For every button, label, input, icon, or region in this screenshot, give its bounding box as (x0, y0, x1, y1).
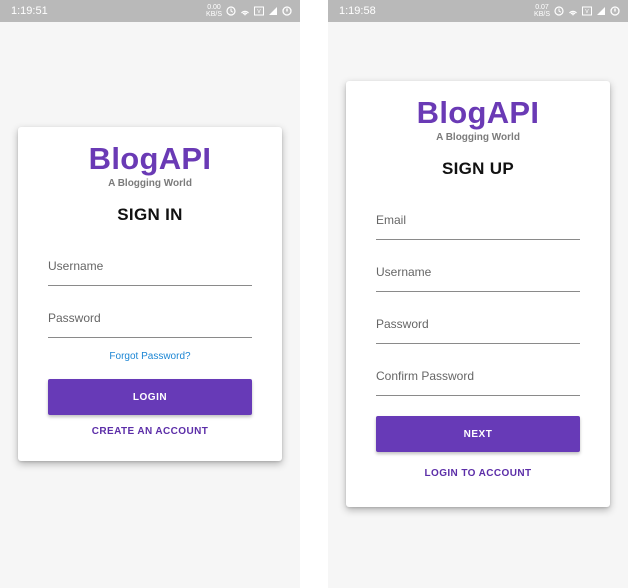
clock-icon (226, 6, 236, 16)
status-bar: 1:19:58 0.07 KB/S V (328, 0, 628, 22)
svg-text:V: V (585, 9, 589, 15)
wifi-hotspot-icon (241, 10, 249, 16)
network-speed-value: 0.00 (207, 4, 221, 11)
status-icons: 0.00 KB/S V (206, 0, 292, 22)
status-icons: 0.07 KB/S V (534, 0, 620, 22)
svg-text:V: V (257, 9, 261, 15)
signal-icon (269, 7, 277, 15)
network-speed-value: 0.07 (535, 4, 549, 11)
network-speed-unit: KB/S (534, 11, 550, 18)
sign-in-screen: 1:19:51 0.00 KB/S V BlogAPI A Blogging W… (0, 0, 300, 588)
login-to-account-button[interactable]: LOGIN TO ACCOUNT (346, 468, 610, 479)
confirm-password-input[interactable] (376, 361, 580, 391)
email-input[interactable] (376, 205, 580, 235)
next-button[interactable]: NEXT (376, 416, 580, 452)
password-input[interactable] (48, 303, 252, 333)
battery-icon (610, 6, 620, 16)
status-bar: 1:19:51 0.00 KB/S V (0, 0, 300, 22)
username-input[interactable] (376, 257, 580, 287)
username-field (48, 251, 252, 286)
app-logo: BlogAPI (88, 141, 212, 176)
sign-up-screen: 1:19:58 0.07 KB/S V BlogAPI A Blogging W… (328, 0, 628, 588)
forgot-password-link[interactable]: Forgot Password? (18, 351, 282, 362)
network-speed: 0.07 KB/S (534, 4, 550, 18)
login-button[interactable]: LOGIN (48, 379, 252, 415)
status-time: 1:19:58 (339, 5, 376, 17)
status-time: 1:19:51 (11, 5, 48, 17)
username-input[interactable] (48, 251, 252, 281)
wifi-hotspot-icon (569, 10, 577, 16)
signal-icon (597, 7, 605, 15)
confirm-password-field (376, 361, 580, 396)
network-speed: 0.00 KB/S (206, 4, 222, 18)
page-title: SIGN IN (117, 205, 183, 224)
password-field (376, 309, 580, 344)
page-title: SIGN UP (441, 159, 514, 178)
app-tagline: A Blogging World (436, 132, 520, 143)
username-field (376, 257, 580, 292)
battery-icon (282, 6, 292, 16)
volte-icon: V (254, 6, 264, 16)
password-input[interactable] (376, 309, 580, 339)
password-field (48, 303, 252, 338)
sign-in-card: BlogAPI A Blogging World SIGN IN Forgot … (18, 127, 282, 461)
app-tagline: A Blogging World (108, 178, 192, 189)
network-speed-unit: KB/S (206, 11, 222, 18)
sign-up-card: BlogAPI A Blogging World SIGN UP NEXT LO… (346, 81, 610, 507)
clock-icon (554, 6, 564, 16)
volte-icon: V (582, 6, 592, 16)
create-account-button[interactable]: CREATE AN ACCOUNT (18, 426, 282, 437)
app-logo: BlogAPI (416, 95, 540, 130)
email-field (376, 205, 580, 240)
